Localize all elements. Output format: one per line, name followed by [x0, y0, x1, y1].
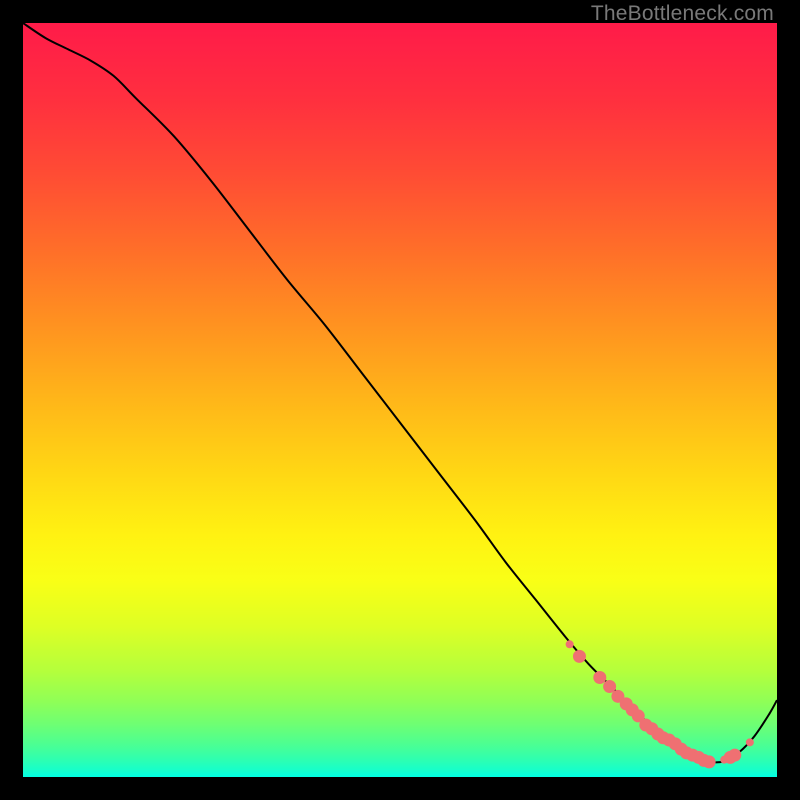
- gradient-background: [23, 23, 777, 777]
- marker-dot: [728, 749, 741, 762]
- marker-dot: [593, 671, 606, 684]
- marker-dot: [703, 755, 716, 768]
- marker-dot: [746, 738, 754, 746]
- marker-dot: [573, 650, 586, 663]
- chart-frame: [23, 23, 777, 777]
- watermark-text: TheBottleneck.com: [591, 2, 774, 26]
- marker-dot: [566, 640, 574, 648]
- chart-svg: [23, 23, 777, 777]
